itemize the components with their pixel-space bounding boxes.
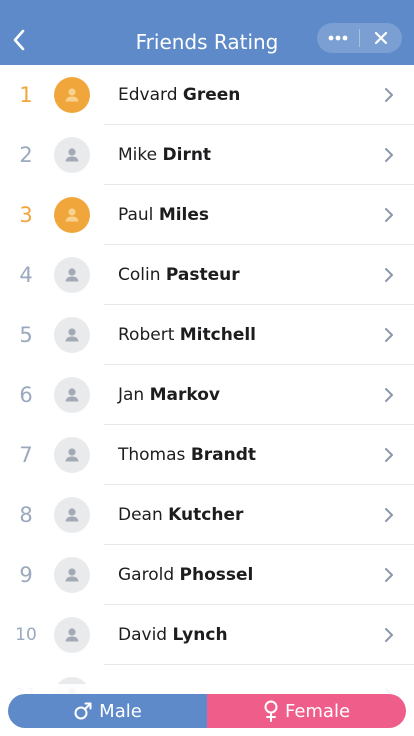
person-icon (65, 568, 79, 582)
rank-number: 3 (19, 203, 33, 227)
avatar (54, 137, 90, 173)
friend-name: Robert Mitchell (118, 305, 256, 365)
first-name: Robert (118, 325, 175, 345)
chevron-right-icon (385, 328, 393, 342)
list-item[interactable]: 2 Mike Dirnt (0, 125, 414, 185)
first-name: Dean (118, 505, 163, 525)
first-name: David (118, 625, 168, 645)
avatar (54, 557, 90, 593)
more-button[interactable] (317, 23, 359, 53)
person-icon (65, 328, 79, 342)
female-button[interactable]: Female (207, 694, 406, 728)
close-icon (374, 31, 388, 45)
last-name: Markov (149, 385, 221, 405)
gender-switch: Male Female (8, 694, 406, 728)
friend-name: Paul Miles (118, 185, 209, 245)
friend-name: Edvard Green (118, 65, 240, 125)
person-icon (65, 628, 79, 642)
more-dots-icon (328, 35, 348, 41)
person-icon (65, 88, 79, 102)
list-item[interactable]: 8 Dean Kutcher (0, 485, 414, 545)
first-name: Edvard (118, 85, 178, 105)
rank-number: 5 (19, 323, 33, 347)
last-name: Mitchell (179, 325, 256, 345)
first-name: Colin (118, 265, 161, 285)
chevron-right-icon (385, 148, 393, 162)
avatar (54, 617, 90, 653)
chevron-right-icon (385, 208, 393, 222)
list-item[interactable]: 10 David Lynch (0, 605, 414, 665)
person-icon (65, 448, 79, 462)
list-item[interactable]: 9 Garold Phossel (0, 545, 414, 605)
list-item[interactable]: 6 Jan Markov (0, 365, 414, 425)
mini-program-capsule (317, 23, 402, 53)
rank-number: 7 (19, 443, 33, 467)
list-item[interactable]: 5 Robert Mitchell (0, 305, 414, 365)
rank-number: 10 (15, 625, 37, 645)
rank-number: 2 (19, 143, 33, 167)
female-symbol-icon (264, 700, 278, 722)
list-item[interactable]: 3 Paul Miles (0, 185, 414, 245)
friend-name: Thomas Brandt (118, 425, 256, 485)
app-header: Friends Rating (0, 0, 414, 65)
rank-number: 8 (19, 503, 33, 527)
chevron-right-icon (385, 88, 393, 102)
avatar (54, 197, 90, 233)
rank-number: 1 (19, 83, 33, 107)
last-name: Green (182, 85, 241, 105)
last-name: Phossel (179, 565, 254, 585)
list-item[interactable]: 4 Colin Pasteur (0, 245, 414, 305)
chevron-right-icon (385, 568, 393, 582)
male-symbol-icon (74, 702, 92, 720)
last-name: Brandt (190, 445, 257, 465)
rank-number: 6 (19, 383, 33, 407)
avatar (54, 377, 90, 413)
person-icon (65, 208, 79, 222)
first-name: Mike (118, 145, 158, 165)
avatar (54, 497, 90, 533)
avatar (54, 77, 90, 113)
chevron-right-icon (385, 628, 393, 642)
avatar (54, 437, 90, 473)
avatar (54, 317, 90, 353)
first-name: Paul (118, 205, 154, 225)
avatar (54, 257, 90, 293)
person-icon (65, 268, 79, 282)
list-item[interactable]: 1 Edvard Green (0, 65, 414, 125)
person-icon (65, 388, 79, 402)
friend-name: Colin Pasteur (118, 245, 240, 305)
first-name: Garold (118, 565, 175, 585)
person-icon (65, 148, 79, 162)
list-item[interactable]: 7 Thomas Brandt (0, 425, 414, 485)
rank-number: 9 (19, 563, 33, 587)
friend-name: Garold Phossel (118, 545, 253, 605)
chevron-right-icon (385, 448, 393, 462)
close-button[interactable] (360, 23, 402, 53)
male-label: Male (99, 700, 142, 722)
friend-name: Dean Kutcher (118, 485, 243, 545)
chevron-right-icon (385, 268, 393, 282)
person-icon (65, 508, 79, 522)
last-name: Kutcher (168, 505, 244, 525)
friend-name: Jan Markov (118, 365, 220, 425)
friend-name: David Lynch (118, 605, 228, 665)
last-name: Miles (158, 205, 210, 225)
male-button[interactable]: Male (8, 694, 207, 728)
chevron-right-icon (385, 508, 393, 522)
friend-name: Mike Dirnt (118, 125, 211, 185)
last-name: Pasteur (165, 265, 240, 285)
first-name: Thomas (118, 445, 186, 465)
female-label: Female (284, 700, 351, 722)
rank-number: 4 (19, 263, 33, 287)
first-name: Jan (118, 385, 145, 405)
last-name: Lynch (172, 625, 228, 645)
last-name: Dirnt (162, 145, 212, 165)
chevron-right-icon (385, 388, 393, 402)
